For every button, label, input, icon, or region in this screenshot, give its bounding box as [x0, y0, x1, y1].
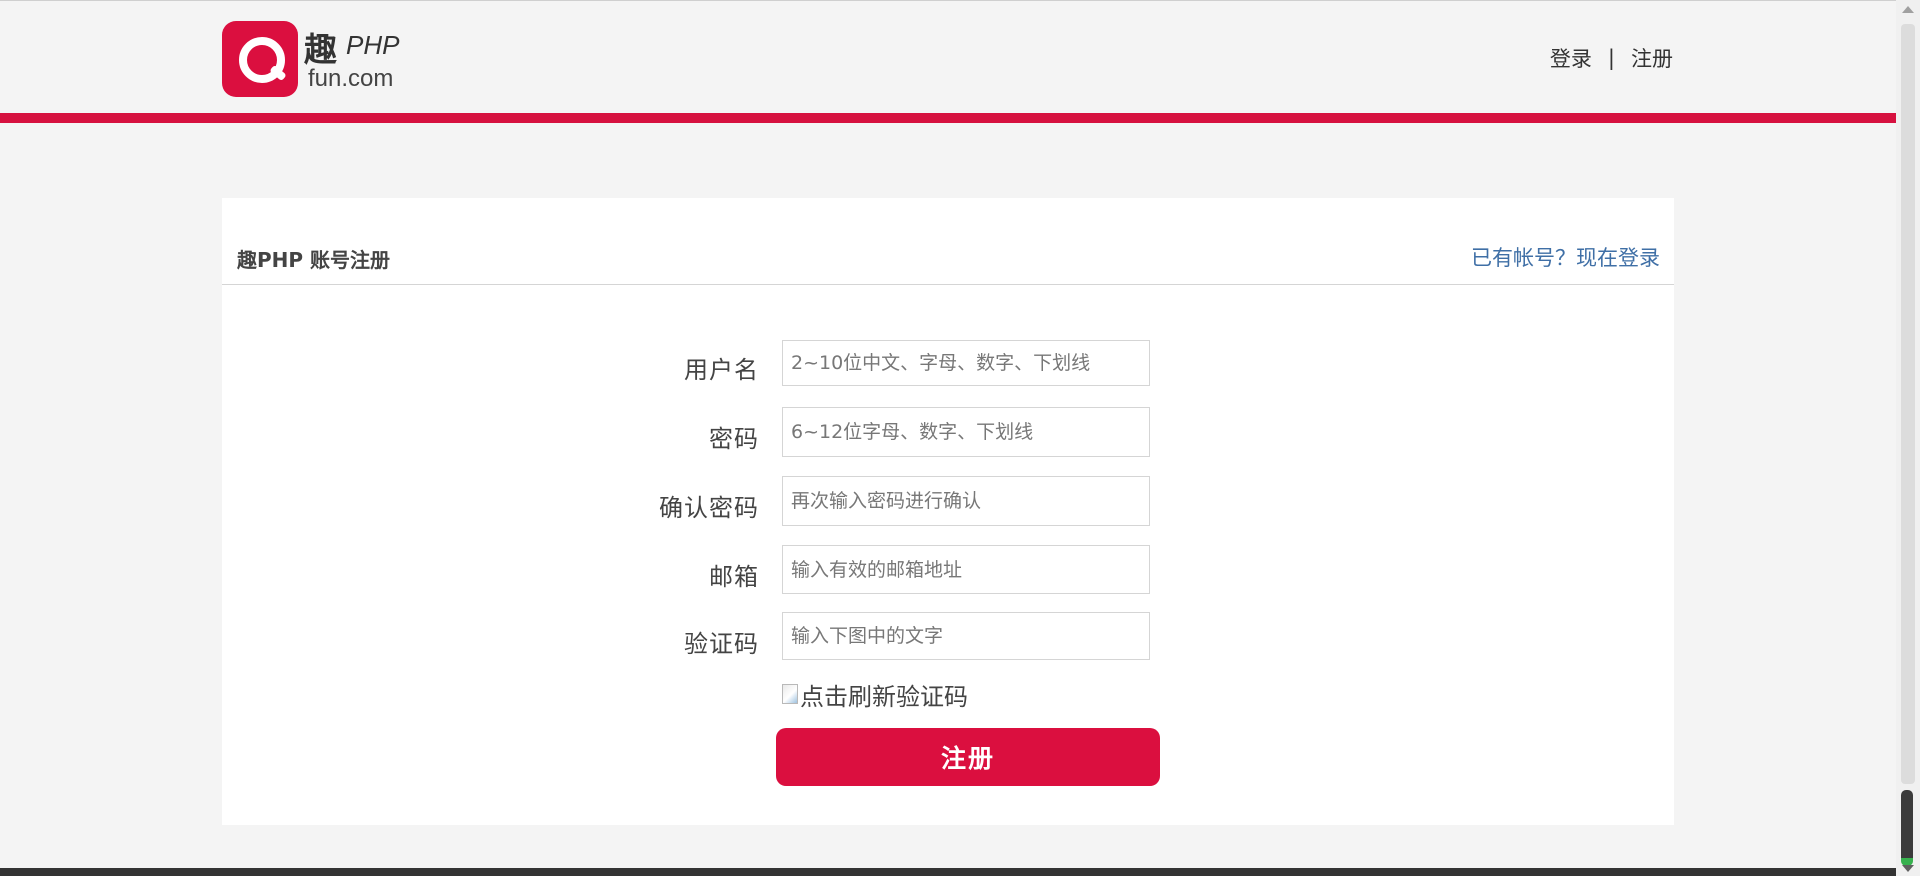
q-logo-icon	[222, 21, 298, 97]
form-row-confirm-password: 确认密码	[222, 476, 1674, 526]
vertical-scrollbar[interactable]	[1896, 0, 1920, 876]
scroll-up-arrow-icon[interactable]	[1902, 6, 1914, 13]
email-label: 邮箱	[709, 563, 759, 591]
page-title: 趣PHP 账号注册	[237, 248, 391, 272]
username-input[interactable]	[782, 340, 1150, 386]
captcha-label: 验证码	[684, 630, 759, 658]
registration-page: 趣 PHP fun.com 登录 | 注册 趣PHP 账号注册 已有帐号？现在登…	[0, 0, 1920, 876]
register-panel: 趣PHP 账号注册 已有帐号？现在登录 用户名 密码 确认密码 邮箱 验证码 点…	[222, 198, 1674, 825]
form-row-username: 用户名	[222, 340, 1674, 390]
site-logo[interactable]: 趣 PHP fun.com	[222, 21, 402, 97]
captcha-image[interactable]: 点击刷新验证码	[782, 678, 968, 711]
password-label: 密码	[709, 425, 759, 453]
register-submit-button[interactable]: 注册	[776, 728, 1160, 786]
footer-bar	[0, 868, 1896, 876]
logo-domain-text: fun.com	[308, 65, 394, 92]
confirm-password-input[interactable]	[782, 476, 1150, 526]
register-link[interactable]: 注册	[1631, 43, 1673, 73]
site-header: 趣 PHP fun.com 登录 | 注册	[0, 1, 1896, 113]
auth-links: 登录 | 注册	[1550, 43, 1673, 73]
captcha-input[interactable]	[782, 612, 1150, 660]
password-input[interactable]	[782, 407, 1150, 457]
broken-image-icon	[782, 684, 798, 704]
header-accent-bar	[0, 113, 1896, 123]
existing-account-login-link[interactable]: 已有帐号？现在登录	[1471, 242, 1660, 272]
email-field[interactable]	[782, 545, 1150, 594]
logo-php-text: PHP	[346, 30, 400, 60]
username-label: 用户名	[684, 356, 759, 384]
panel-header: 趣PHP 账号注册 已有帐号？现在登录	[222, 198, 1674, 285]
logo-cn-text: 趣	[304, 30, 337, 69]
confirm-password-label: 确认密码	[659, 494, 759, 522]
form-row-password: 密码	[222, 407, 1674, 457]
captcha-refresh-text: 点击刷新验证码	[800, 682, 968, 711]
form-row-captcha: 验证码	[222, 612, 1674, 662]
scroll-down-arrow-icon[interactable]	[1902, 865, 1914, 872]
form-row-email: 邮箱	[222, 545, 1674, 595]
scroll-track[interactable]	[1901, 24, 1915, 784]
scroll-thumb[interactable]	[1901, 790, 1913, 866]
login-link[interactable]: 登录	[1550, 43, 1592, 73]
auth-separator: |	[1607, 46, 1615, 70]
